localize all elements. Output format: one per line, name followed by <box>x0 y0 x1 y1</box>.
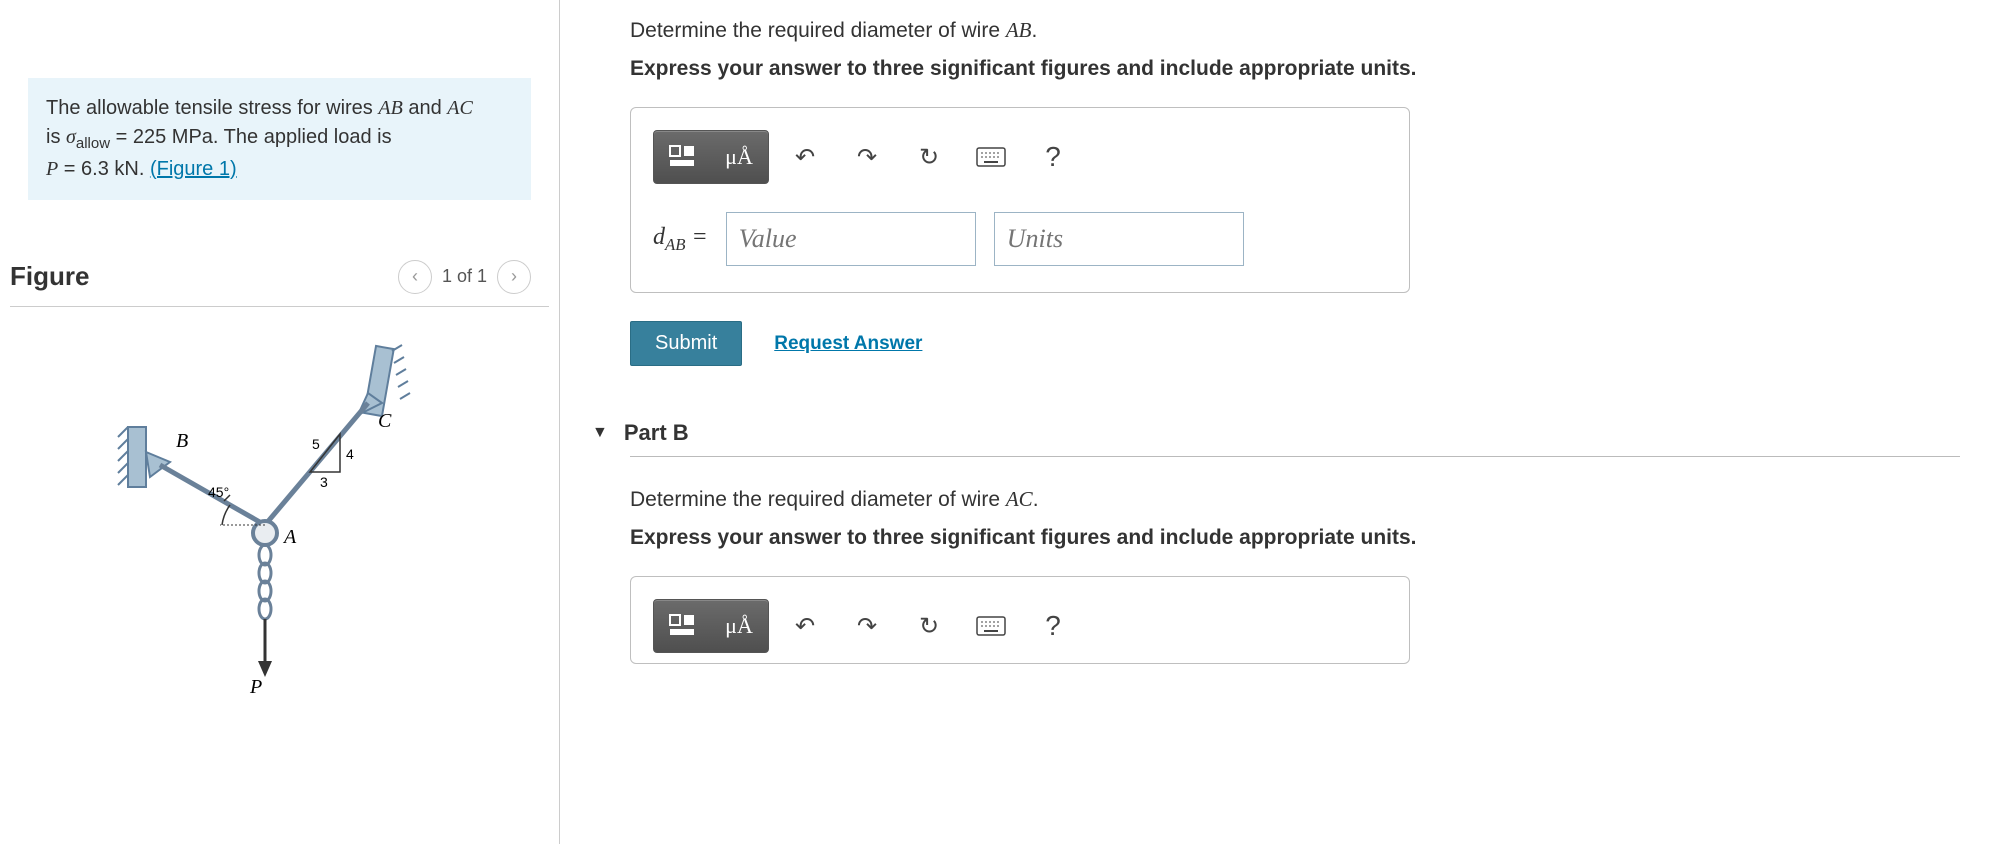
wire-ac: AC <box>1006 487 1033 511</box>
label-tri-h: 3 <box>320 474 328 490</box>
text: Determine the required diameter of wire <box>630 488 1006 511</box>
input-row: dAB = <box>653 212 1387 266</box>
toolbar: μÅ ↶ ↷ ↻ ? <box>653 130 1089 184</box>
redo-icon[interactable]: ↷ <box>847 137 887 177</box>
wire-ac: AC <box>447 97 473 119</box>
text: and <box>403 97 447 119</box>
part-b-instruction: Express your answer to three significant… <box>630 526 1960 550</box>
figure-nav: ‹ 1 of 1 › <box>398 260 531 294</box>
var-symbol: d <box>653 224 665 250</box>
light-toolbar: ↶ ↷ ↻ ? <box>769 599 1089 653</box>
label-c: C <box>378 410 392 432</box>
dark-toolbar: μÅ <box>653 599 769 653</box>
label-b: B <box>176 430 188 452</box>
text: The allowable tensile stress for wires <box>46 97 378 119</box>
request-answer-link[interactable]: Request Answer <box>774 333 922 355</box>
value-input[interactable] <box>726 212 976 266</box>
figure-counter: 1 of 1 <box>442 266 487 287</box>
variable-label: dAB = <box>653 224 708 255</box>
answer-panel-b: μÅ ↶ ↷ ↻ ? <box>630 576 1410 664</box>
undo-icon[interactable]: ↶ <box>785 137 825 177</box>
reset-icon[interactable]: ↻ <box>909 606 949 646</box>
figure-link[interactable]: (Figure 1) <box>150 158 237 180</box>
units-input[interactable] <box>994 212 1244 266</box>
templates-icon[interactable] <box>658 604 708 648</box>
text: Determine the required diameter of wire <box>630 19 1006 42</box>
label-tri-v: 4 <box>346 446 354 462</box>
label-tri-hyp: 5 <box>312 436 320 452</box>
part-b-title: Part B <box>624 420 689 446</box>
text: = <box>58 158 81 180</box>
allow-subscript: allow <box>76 135 110 152</box>
wire-ab: AB <box>378 97 402 119</box>
reset-icon[interactable]: ↻ <box>909 137 949 177</box>
right-column: Determine the required diameter of wire … <box>560 0 1990 844</box>
stress-value: 225 MPa <box>133 126 213 148</box>
figure-title: Figure <box>10 261 89 292</box>
units-mu-angstrom-icon[interactable]: μÅ <box>714 135 764 179</box>
undo-icon[interactable]: ↶ <box>785 606 825 646</box>
dark-toolbar: μÅ <box>653 130 769 184</box>
left-column: The allowable tensile stress for wires A… <box>0 0 560 844</box>
keyboard-icon[interactable] <box>971 606 1011 646</box>
templates-icon[interactable] <box>658 135 708 179</box>
keyboard-icon[interactable] <box>971 137 1011 177</box>
units-mu-angstrom-icon[interactable]: μÅ <box>714 604 764 648</box>
help-icon[interactable]: ? <box>1033 137 1073 177</box>
load-value: 6.3 kN <box>81 158 139 180</box>
sigma-symbol: σ <box>66 126 76 148</box>
label-a: A <box>282 526 297 548</box>
toolbar: μÅ ↶ ↷ ↻ ? <box>653 599 1089 653</box>
var-subscript: AB <box>665 234 686 253</box>
part-b-prompt: Determine the required diameter of wire … <box>630 487 1960 512</box>
label-angle: 45° <box>208 484 229 500</box>
p-symbol: P <box>46 158 58 180</box>
help-icon[interactable]: ? <box>1033 606 1073 646</box>
submit-button[interactable]: Submit <box>630 321 742 366</box>
text: = <box>110 126 133 148</box>
text: . <box>1033 488 1039 511</box>
submit-row: Submit Request Answer <box>630 321 1960 366</box>
redo-icon[interactable]: ↷ <box>847 606 887 646</box>
divider <box>10 306 549 307</box>
text: . The applied load is <box>213 126 392 148</box>
figure-next-button[interactable]: › <box>497 260 531 294</box>
part-a-instruction: Express your answer to three significant… <box>630 57 1960 81</box>
figure-image: B C A P 45° 3 4 5 <box>100 337 500 707</box>
answer-panel-a: μÅ ↶ ↷ ↻ ? dAB = <box>630 107 1410 293</box>
text: is <box>46 126 66 148</box>
part-b-header[interactable]: ▼ Part B <box>592 420 1960 446</box>
collapse-caret-icon: ▼ <box>592 424 608 442</box>
wire-ab: AB <box>1006 18 1032 42</box>
figure-prev-button[interactable]: ‹ <box>398 260 432 294</box>
label-p: P <box>249 676 262 698</box>
text: . <box>1032 19 1038 42</box>
part-a-prompt: Determine the required diameter of wire … <box>630 18 1960 43</box>
problem-statement: The allowable tensile stress for wires A… <box>28 78 531 200</box>
light-toolbar: ↶ ↷ ↻ ? <box>769 130 1089 184</box>
divider <box>630 456 1960 457</box>
